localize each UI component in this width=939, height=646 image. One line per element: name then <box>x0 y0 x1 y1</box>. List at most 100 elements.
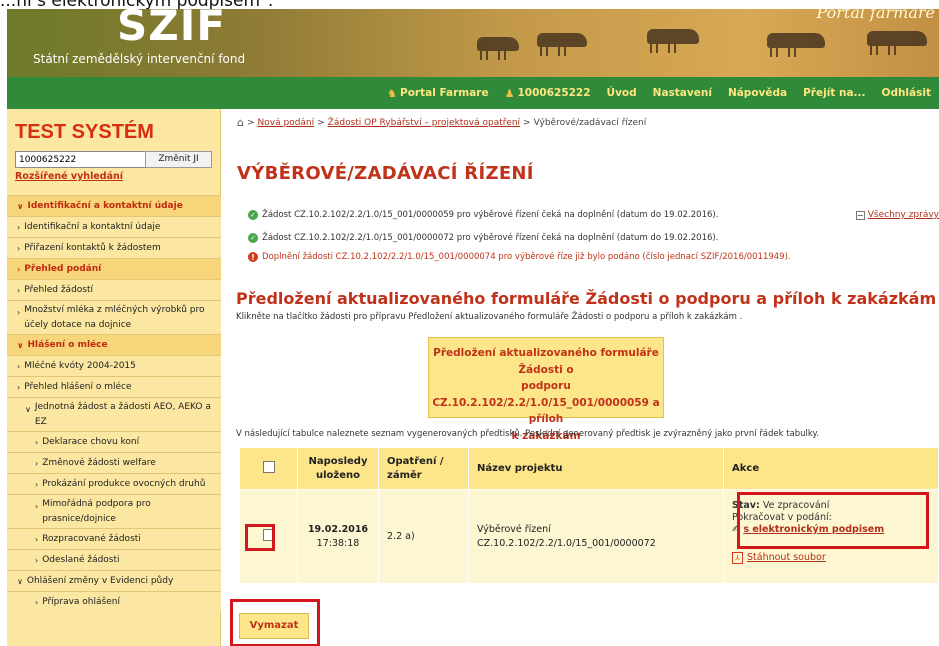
sidebar-item-zmenove-welfare[interactable]: › Změnové žádosti welfare <box>7 452 221 473</box>
cow-silhouette-icon <box>477 37 519 60</box>
caption-text: ...ní s elektronickým podpisem". <box>0 0 273 9</box>
portal-title: Portál farmáře <box>816 9 935 22</box>
chevron-right-icon: › <box>35 597 39 607</box>
check-circle-icon: ✓ <box>248 210 258 220</box>
sidebar-item-mimoradna-podpora[interactable]: › Mimořádná podpora pro prasnice/dojnice <box>7 494 221 528</box>
sidebar-item-label: Mimořádná podpora pro prasnice/dojnice <box>42 498 151 524</box>
farmer-icon: ♞ <box>387 86 398 100</box>
page-title: VÝBĚROVÉ/ZADÁVACÍ ŘÍZENÍ <box>237 163 534 184</box>
chevron-right-icon: › <box>35 534 39 544</box>
nav-label: Portal Farmare <box>400 87 489 99</box>
sidebar-item-jednotna-zadost[interactable]: ∨ Jednotná žádost a žádosti AEO, AEKO a E… <box>7 397 221 431</box>
chevron-right-icon: › <box>17 361 21 371</box>
row-project-id: CZ.10.2.102/2.2/1.0/15_001/0000072 <box>477 537 656 549</box>
breadcrumb-link-zadosti-op[interactable]: Žádosti OP Rybářství – projektová opatře… <box>328 118 520 128</box>
nav-portal-farmare[interactable]: ♞ Portal Farmare <box>379 87 496 100</box>
sidebar-item-prehled-hlaseni[interactable]: › Přehled hlášení o mléce <box>7 376 221 397</box>
sidebar-item-label: Přehled žádostí <box>24 285 94 295</box>
all-messages-link[interactable]: Všechny zprávy <box>868 210 939 220</box>
szif-logo: SZIF <box>117 9 227 50</box>
chevron-right-icon: › <box>17 382 21 392</box>
pdf-icon: ⅄ <box>732 552 743 564</box>
sidebar-item-label: Odeslané žádosti <box>42 555 120 565</box>
message-error: ! Doplnění žádosti CZ.10.2.102/2.2/1.0/1… <box>248 252 791 262</box>
sidebar-item-mnozstvi-mleka[interactable]: › Množství mléka z mléčných výrobků pro ú… <box>7 300 221 334</box>
highlight-box-delete <box>230 599 320 646</box>
message-text: Doplnění žádosti CZ.10.2.102/2.2/1.0/15_… <box>262 252 791 262</box>
chevron-down-icon: ∨ <box>17 340 24 350</box>
chevron-down-icon: ∨ <box>17 201 24 211</box>
change-ji-button[interactable]: Změnit JI <box>145 151 212 168</box>
chevron-right-icon: › <box>35 502 39 511</box>
download-row: ⅄ Stáhnout soubor <box>732 552 930 564</box>
sidebar-item-rozpracovane[interactable]: › Rozpracované žádosti <box>7 528 221 549</box>
submit-updated-form-button[interactable]: Předložení aktualizovaného formuláře Žád… <box>428 337 664 442</box>
chevron-right-icon: › <box>35 555 39 565</box>
header-project[interactable]: Název projektu <box>468 447 724 490</box>
row-date: 19.02.2016 <box>307 523 369 535</box>
sidebar: TEST SYSTÉM Změnit JI Rozšířené vyhledán… <box>7 109 221 646</box>
test-system-title: TEST SYSTÉM <box>15 121 154 143</box>
chevron-right-icon: › <box>17 285 21 295</box>
header-saved[interactable]: Naposledy uloženo <box>297 447 379 490</box>
button-line: CZ.10.2.102/2.2/1.0/15_001/0000059 a pří… <box>432 396 660 426</box>
nav-nastaveni[interactable]: Nastavení <box>645 87 720 99</box>
sidebar-item-prehled-podani-head[interactable]: › Přehled podání <box>7 258 221 279</box>
sidebar-item-label: Jednotná žádost a žádosti AEO, AEKO a EZ <box>34 401 211 427</box>
user-icon: ♟ <box>504 86 515 100</box>
caption-strip: ...ní s elektronickým podpisem". <box>0 0 939 9</box>
nav-odhlasit[interactable]: Odhlásit <box>874 87 939 99</box>
nav-prejit-na[interactable]: Přejít na... <box>795 87 873 99</box>
top-navbar: ♞ Portal Farmare ♟ 1000625222 Úvod Nasta… <box>7 77 939 109</box>
home-icon[interactable]: ⌂ <box>237 116 244 129</box>
chevron-right-icon: › <box>17 222 21 232</box>
sidebar-item-identifikacni[interactable]: › Identifikační a kontaktní údaje <box>7 216 221 237</box>
download-file-link[interactable]: Stáhnout soubor <box>747 552 826 563</box>
ji-search-input[interactable] <box>15 151 165 168</box>
error-circle-icon: ! <box>248 252 258 262</box>
sidebar-item-identifikacni-head[interactable]: ∨ Identifikační a kontaktní údaje <box>7 195 221 216</box>
sidebar-item-label: Přehled podání <box>24 264 102 274</box>
sidebar-item-label: Identifikační a kontaktní údaje <box>24 222 161 232</box>
sidebar-item-mlecne-kvoty[interactable]: › Mléčné kvóty 2004-2015 <box>7 355 221 376</box>
sidebar-item-priprava-ohlaseni[interactable]: › Příprava ohlášení <box>7 591 221 612</box>
all-messages-toggle[interactable]: − Všechny zprávy <box>855 210 939 220</box>
breadcrumb-link-nova-podani[interactable]: Nová podání <box>258 118 315 128</box>
highlight-box-checkbox <box>245 524 275 551</box>
nav-napoveda[interactable]: Nápověda <box>720 87 795 99</box>
sidebar-item-label: Přiřazení kontaktů k žádostem <box>24 243 161 253</box>
sidebar-item-odeslane[interactable]: › Odeslané žádosti <box>7 549 221 570</box>
sidebar-item-ohlaseni-zmeny[interactable]: ∨ Ohlášení změny v Evidenci půdy <box>7 570 221 591</box>
sidebar-item-prokazani-produkce[interactable]: › Prokázání produkce ovocných druhů <box>7 473 221 494</box>
chevron-right-icon: › <box>17 243 21 253</box>
sidebar-item-hlaseni-head[interactable]: ∨ Hlášení o mléce <box>7 334 221 355</box>
select-all-checkbox[interactable] <box>262 461 275 473</box>
cow-silhouette-icon <box>647 29 699 53</box>
breadcrumb: ⌂ > Nová podání > Žádosti OP Rybářství –… <box>237 116 646 129</box>
sidebar-item-label: Množství mléka z mléčných výrobků pro úč… <box>24 304 205 330</box>
message-text: Žádost CZ.10.2.102/2.2/1.0/15_001/000007… <box>262 233 719 243</box>
chevron-right-icon: › <box>35 458 39 468</box>
section-title: Předložení aktualizovaného formuláře Žád… <box>236 289 937 308</box>
header-measure[interactable]: Opatření / záměr <box>378 447 469 490</box>
org-name: Státní zemědělský intervenční fond <box>33 52 246 66</box>
chevron-right-icon: › <box>17 264 21 274</box>
nav-user-id[interactable]: ♟ 1000625222 <box>497 87 599 100</box>
button-line: Předložení aktualizovaného formuláře Žád… <box>433 347 659 376</box>
button-line: podporu <box>521 380 571 392</box>
table-header-row: Naposledy uloženo Opatření / záměr Název… <box>239 447 939 490</box>
sidebar-menu: ∨ Identifikační a kontaktní údaje › Identi… <box>7 195 221 612</box>
sidebar-item-deklarace-koni[interactable]: › Deklarace chovu koní <box>7 431 221 452</box>
sidebar-item-prirazeni[interactable]: › Přiřazení kontaktů k žádostem <box>7 237 221 258</box>
row-measure: 2.2 a) <box>378 489 469 584</box>
sidebar-item-prehled-zadosti[interactable]: › Přehled žádostí <box>7 279 221 300</box>
cow-silhouette-icon <box>867 31 927 55</box>
header-select-cell <box>239 447 298 490</box>
sidebar-item-label: Přehled hlášení o mléce <box>24 382 132 392</box>
row-project-name: Výběrové řízení <box>477 523 551 535</box>
advanced-search-link[interactable]: Rozšířené vyhledání <box>15 171 123 182</box>
check-circle-icon: ✓ <box>248 233 258 243</box>
cow-silhouette-icon <box>767 33 825 57</box>
breadcrumb-separator: > <box>317 117 325 128</box>
nav-uvod[interactable]: Úvod <box>599 87 645 99</box>
